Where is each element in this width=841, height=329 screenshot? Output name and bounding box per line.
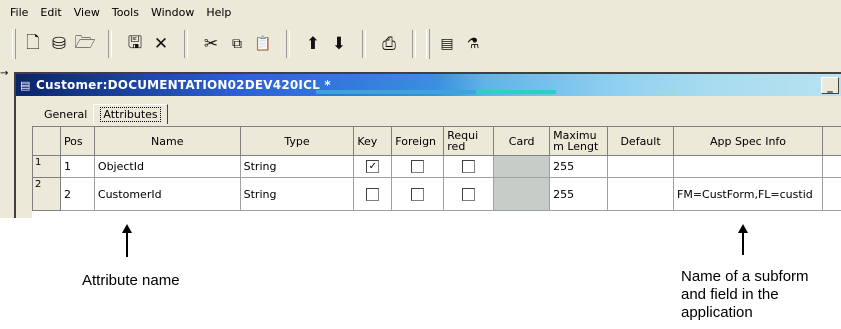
cell-foreign [391,155,445,178]
cell-default[interactable] [607,177,675,211]
paste-icon[interactable]: 📋 [252,32,274,56]
cell-required [443,177,495,211]
child-title-bar[interactable]: ▤ Customer:DOCUMENTATION02DEV420ICL * [16,74,841,96]
tab-general-label: General [44,108,88,121]
move-down-icon[interactable]: ⬇ [328,32,350,56]
cell-card[interactable] [493,155,551,178]
tab-general[interactable]: General [38,105,93,124]
attribute-arrow-line [126,231,128,257]
properties-icon[interactable]: ▤ [436,32,458,56]
column-header-max-length[interactable]: Maximu m Lengt [549,126,609,156]
column-header-key[interactable]: Key [353,126,393,156]
menu-edit[interactable]: Edit [34,6,67,19]
table-row[interactable]: 2 2 CustomerId String 255 FM=CustForm,FL… [32,177,841,211]
new-document-icon[interactable]: 🗋 [22,32,44,56]
tab-attributes-label: Attributes [100,107,161,122]
cell-key: ✓ [353,155,393,178]
toolbar-grip[interactable] [426,29,430,59]
toolbar-separator [286,30,290,58]
column-header-card[interactable]: Card [493,126,551,156]
open-icon[interactable]: ⛁ [48,32,70,56]
cell-max-length[interactable]: 255 [549,177,609,211]
cell-extra[interactable] [821,155,841,178]
cell-extra[interactable] [821,177,841,211]
menu-bar: File Edit View Tools Window Help [0,0,841,24]
corner-header[interactable] [32,126,61,156]
row-header[interactable]: 2 [32,177,61,211]
menu-window[interactable]: Window [145,6,200,19]
cell-type[interactable]: String [239,155,355,178]
window-icon: ▤ [20,78,31,92]
cell-name[interactable]: ObjectId [93,155,241,178]
cell-card[interactable] [493,177,551,211]
key-checkbox[interactable] [366,187,380,201]
delete-icon[interactable]: ✕ [150,32,172,56]
menu-file[interactable]: File [0,6,34,19]
column-header-type[interactable]: Type [239,126,355,156]
cell-max-length[interactable]: 255 [549,155,609,178]
attributes-grid: Pos Name Type Key Foreign Requi red Card… [32,126,841,218]
cell-foreign [391,177,445,211]
cell-pos[interactable]: 1 [59,155,95,178]
column-header-name[interactable]: Name [93,126,241,156]
cut-icon[interactable]: ✂ [200,32,222,56]
cell-key [353,177,393,211]
foreign-checkbox[interactable] [411,160,425,174]
cell-default[interactable] [607,155,675,178]
toolbar-grip[interactable] [12,29,16,59]
row-header[interactable]: 1 [32,155,61,178]
toolbar-separator [108,30,112,58]
column-header-extra[interactable] [821,126,841,156]
column-header-foreign[interactable]: Foreign [391,126,445,156]
cell-app-spec-info[interactable] [673,155,823,178]
cell-required [443,155,495,178]
minimize-button[interactable]: _ [821,77,839,94]
required-checkbox[interactable] [462,160,476,174]
required-checkbox[interactable] [462,187,476,201]
column-header-default[interactable]: Default [607,126,675,156]
menu-help[interactable]: Help [200,6,237,19]
toolbar: 🗋 ⛁ 🗁 🖫 ✕ ✂ ⧉ 📋 ⬆ ⬇ ⎙ ▤ ⚗ [0,26,841,62]
save-icon[interactable]: 🖫 [124,32,146,56]
toolbar-separator [362,30,366,58]
toolbar-separator [412,30,416,58]
attributes-table: Pos Name Type Key Foreign Requi red Card… [32,126,841,211]
subform-label-line-3: application [681,304,753,321]
cell-pos[interactable]: 2 [59,177,95,211]
attribute-name-label: Attribute name [82,272,180,289]
key-checkbox[interactable]: ✓ [366,160,380,174]
tab-strip: General Attributes [38,102,168,124]
application-window: File Edit View Tools Window Help 🗋 ⛁ 🗁 🖫… [0,0,841,218]
toolbar-separator [184,30,188,58]
move-up-icon[interactable]: ⬆ [302,32,324,56]
column-header-pos[interactable]: Pos [59,126,95,156]
cell-name[interactable]: CustomerId [93,177,241,211]
window-title: Customer:DOCUMENTATION02DEV420ICL * [36,78,331,92]
copy-icon[interactable]: ⧉ [226,32,248,56]
wizard-icon[interactable]: ⚗ [462,32,484,56]
menu-tools[interactable]: Tools [106,6,145,19]
foreign-checkbox[interactable] [411,187,425,201]
header-row: Pos Name Type Key Foreign Requi red Card… [32,126,841,156]
subform-arrow-line [742,231,744,255]
customer-child-window: ▤ Customer:DOCUMENTATION02DEV420ICL * _ … [14,72,841,218]
print-icon[interactable]: ⎙ [378,32,400,56]
table-row[interactable]: 1 1 ObjectId String ✓ 255 [32,155,841,178]
cell-type[interactable]: String [239,177,355,211]
subform-label-line-2: and field in the [681,286,779,303]
cell-app-spec-info[interactable]: FM=CustForm,FL=custid [673,177,823,211]
column-header-required[interactable]: Requi red [443,126,495,156]
subform-field-label: Name of a subform and field in the appli… [681,268,809,322]
menu-view[interactable]: View [68,6,106,19]
tab-attributes[interactable]: Attributes [93,104,168,124]
column-header-app-spec-info[interactable]: App Spec Info [673,126,823,156]
subform-label-line-1: Name of a subform [681,268,809,285]
open-folder-icon[interactable]: 🗁 [74,32,96,56]
